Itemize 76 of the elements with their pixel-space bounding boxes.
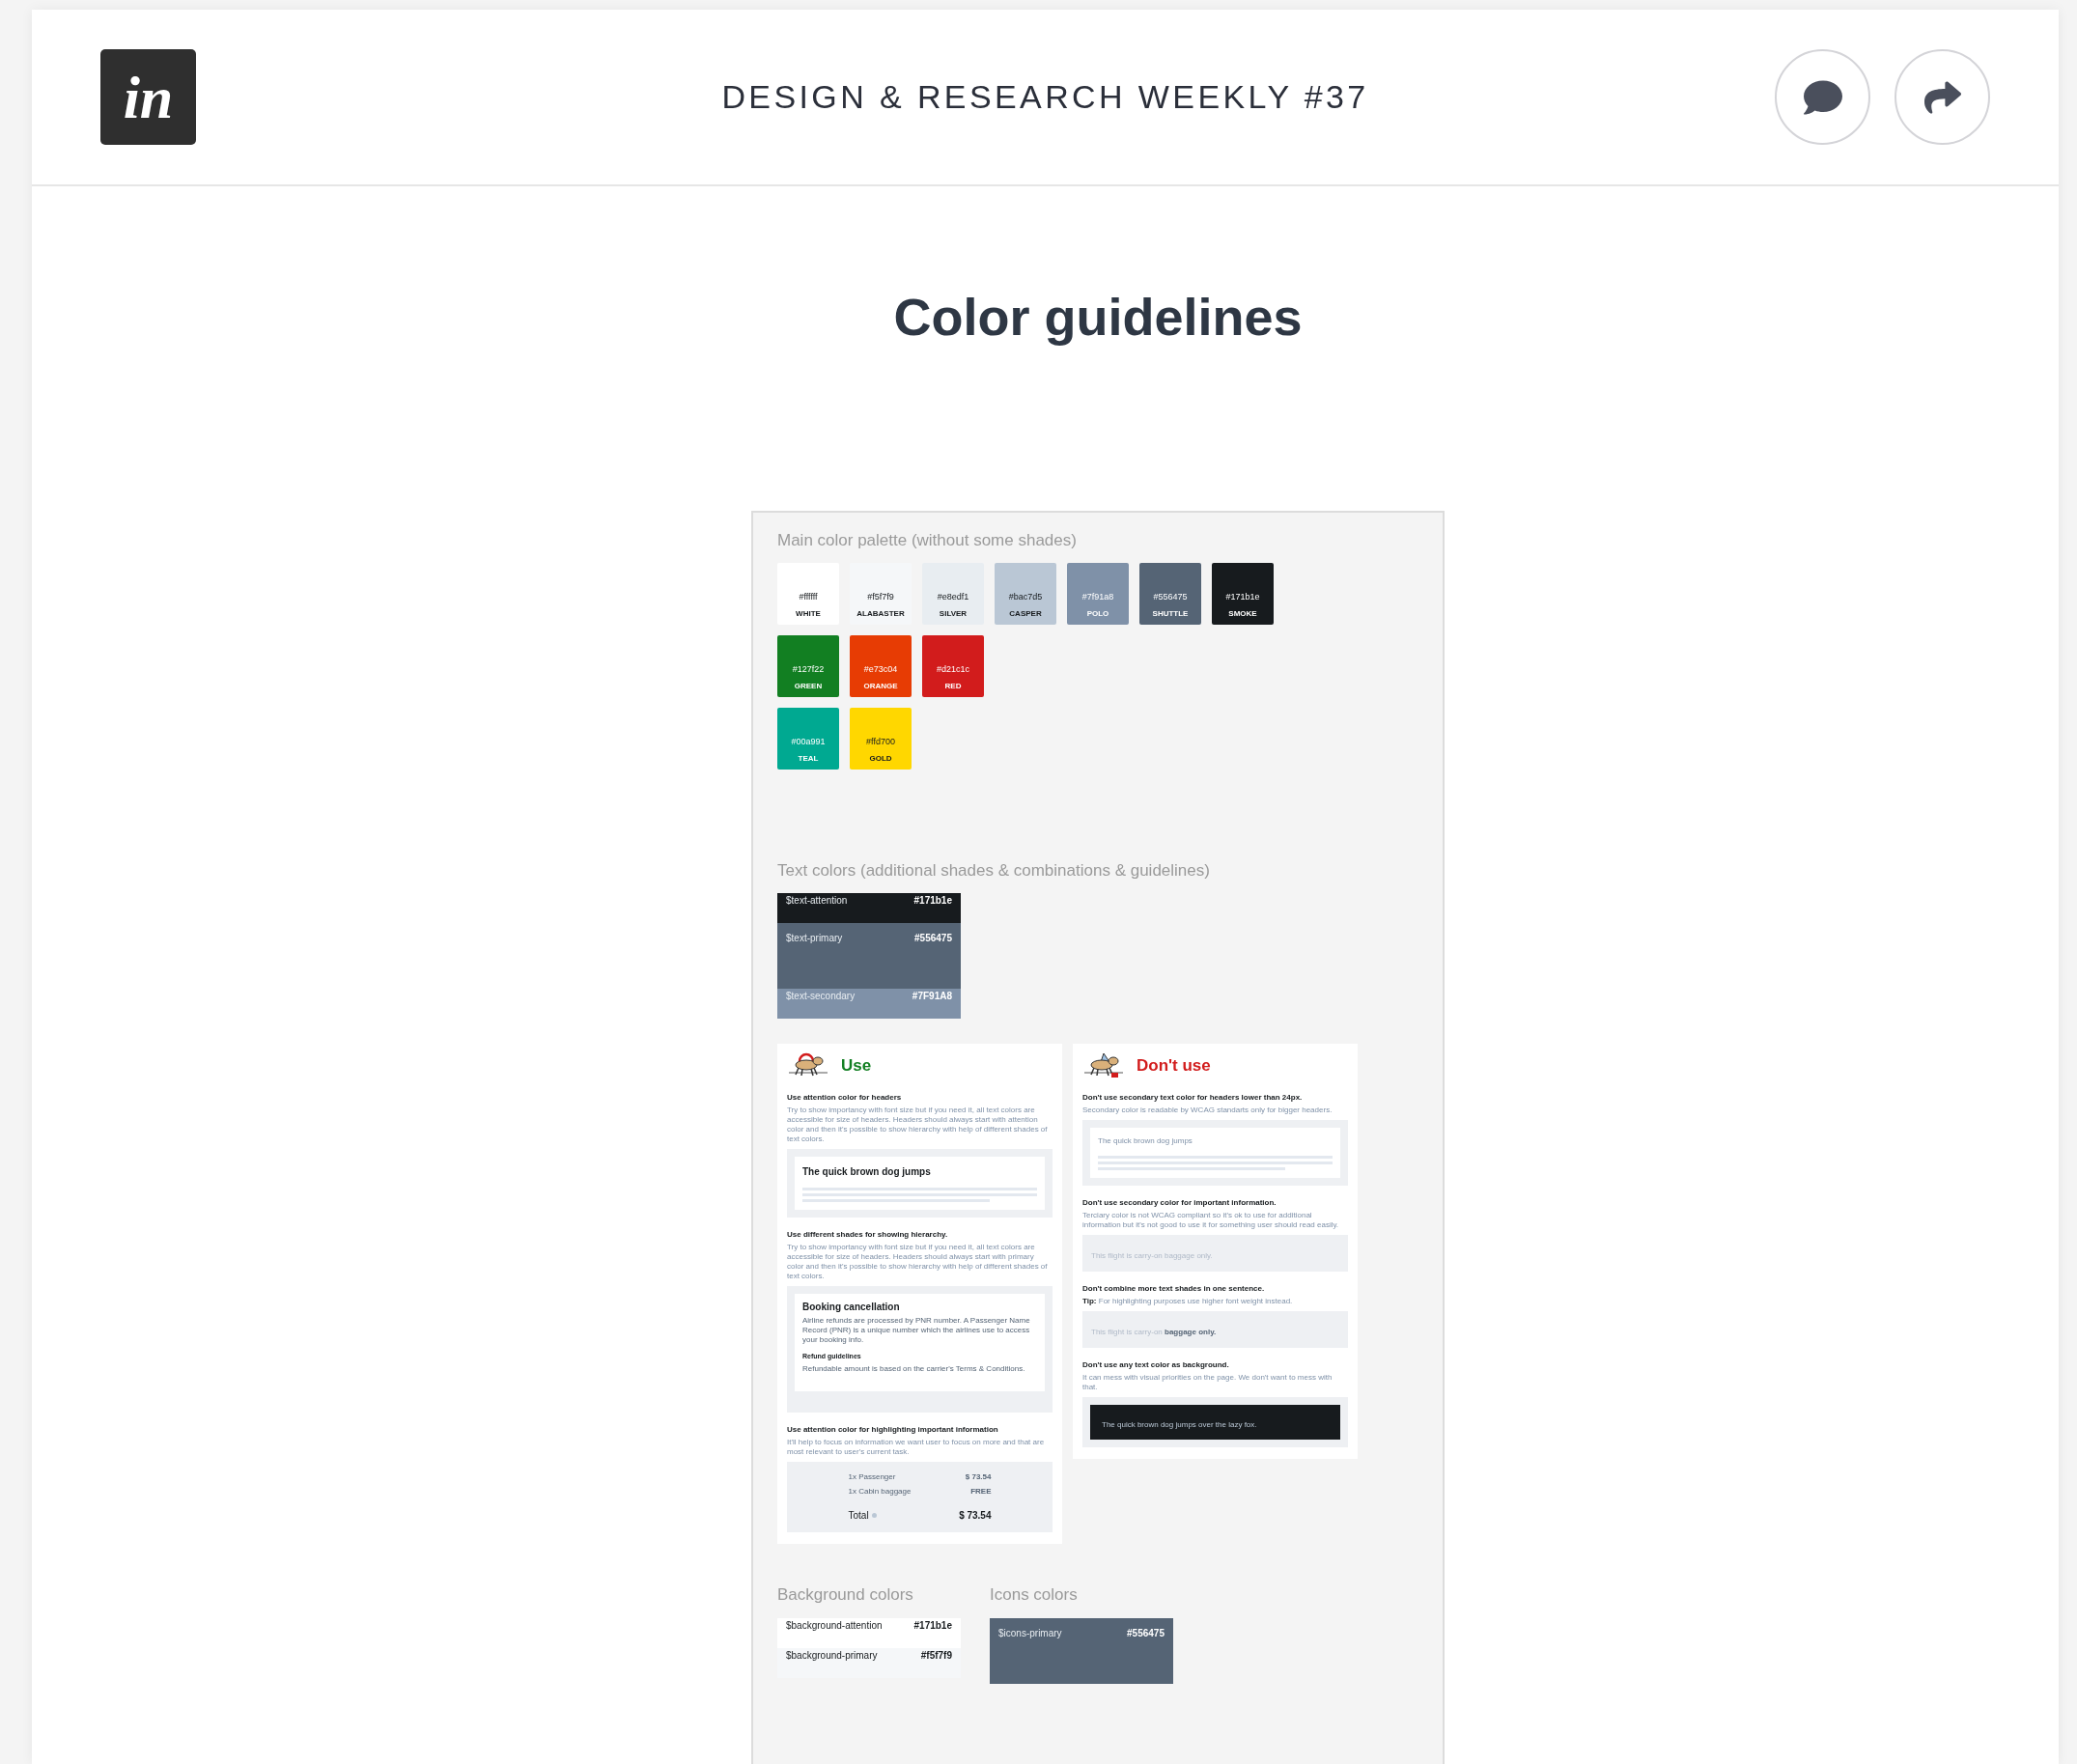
guideline-text: Secondary color is readable by WCAG standarts only for bigger headers. [1082,1106,1333,1115]
guideline-heading: Don't use secondary color for important information. [1082,1197,1277,1209]
share-icon [1923,78,1961,116]
swatch-name: TEAL [798,752,819,765]
guideline-title: Use [841,1055,872,1078]
swatch-name: SMOKE [1228,607,1257,620]
guideline-text: Try to show importancy with font size but if you need it, all text colors are accessible for size of headers. Headers should always start with attention color and then it's possible to show hierarchy with help of different shades of text colors. [787,1106,1049,1144]
total-label: Total [848,1508,869,1523]
color-variable: $icons-primary [998,1627,1062,1640]
price-label: 1x Cabin baggage [848,1485,912,1498]
guideline-heading: Don't use secondary text color for headers lower than 24px. [1082,1092,1304,1104]
color-hex: #171b1e [913,894,952,908]
color-hex: #7F91A8 [912,990,952,1003]
example-headline: The quick brown dog jumps [802,1165,932,1179]
color-hex: #556475 [914,932,952,945]
example-headline: The quick brown dog jumps [1098,1135,1193,1147]
price-value: $ 73.54 [965,1470,992,1483]
swatch-hex: #f5f7f9 [867,591,894,603]
color-hex: #171b1e [913,1619,952,1633]
swatch-hex: #171b1e [1225,591,1260,603]
swatch-hex: #00a991 [791,736,826,748]
newsletter-title: DESIGN & RESEARCH WEEKLY #37 [721,77,1369,117]
example-text: Refundable amount is based on the carrier's Terms & Conditions. [802,1363,1026,1374]
price-label: 1x Passenger [848,1470,896,1483]
color-hex: #f5f7f9 [920,1649,952,1663]
swatch-name: SHUTTLE [1152,607,1189,620]
guideline-heading: Don't combine more text shades in one sentence. [1082,1283,1266,1295]
guideline-text: It can mess with visual priorities on the page. We don't want to mess with that. [1082,1373,1333,1392]
guideline-text: It'll help to focus on information we want user to focus on more and that are most relevant to user's current task. [787,1437,1046,1457]
guideline-text: Terciary color is not WCAG compliant so it's ok to use for additional information but it's not good to use it for something user should read easily. [1082,1211,1340,1230]
swatch-name: WHITE [796,607,821,620]
swatch-hex: #127f22 [792,663,825,676]
swatch-name: RED [944,680,962,692]
guideline-heading: Use attention color for headers [787,1092,903,1104]
guideline-title: Don't use [1137,1055,1211,1078]
color-variable: $background-primary [786,1649,878,1663]
color-variable: $text-attention [786,894,848,908]
section-title: Background colors [777,1583,914,1606]
comment-button[interactable] [1775,49,1870,145]
swatch-hex: #bac7d5 [1008,591,1043,603]
guideline-text: Tip: For highlighting purposes use higher font weight instead. [1082,1297,1294,1306]
color-variable: $background-attention [786,1619,883,1633]
color-variable: $text-primary [786,932,843,945]
swatch-name: SILVER [939,607,968,620]
dog-drawing [1082,1051,1125,1080]
example-text: The quick brown dog jumps over the lazy fox. [1102,1420,1257,1429]
guideline-text: Try to show importancy with font size but if you need it, all text colors are accessible for size of headers. Headers should always start with primary color and then it's possible to show hierarchy with help of different shades of text colors. [787,1243,1049,1281]
swatch-hex: #e8edf1 [937,591,969,603]
share-button[interactable] [1895,49,1990,145]
color-hex: #556475 [1127,1627,1165,1640]
example-text: Airline refunds are processed by PNR number. A Passenger Name Record (PNR) is a unique number which the airlines use to access your booking info. [802,1316,1031,1345]
swatch-name: GREEN [794,680,823,692]
guideline-heading: Use attention color for highlighting important information [787,1423,999,1436]
swatch-hex: #e73c04 [863,663,898,676]
swatch-name: ORANGE [863,680,898,692]
example-headline: Booking cancellation [802,1301,901,1314]
swatch-name: ALABASTER [856,607,905,620]
swatch-hex: #d21c1c [937,663,969,676]
guideline-heading: Don't use any text color as background. [1082,1359,1230,1371]
price-value: FREE [970,1485,992,1498]
swatch-hex: #556475 [1153,591,1188,603]
total-value: $ 73.54 [959,1508,992,1523]
swatch-hex: #ffd700 [866,736,895,748]
section-title: Text colors (additional shades & combinations & guidelines) [777,859,1211,882]
swatch-name: POLO [1086,607,1109,620]
swatch-name: GOLD [869,752,892,765]
color-variable: $text-secondary [786,990,856,1003]
page-title: Color guidelines [892,287,1304,348]
swatch-name: CASPER [1009,607,1042,620]
guideline-heading: Use different shades for showing hierarchy. [787,1229,949,1241]
swatch-hex: #ffffff [799,591,818,603]
swatch-hex: #7f91a8 [1081,591,1114,603]
section-title: Main color palette (without some shades) [777,530,1078,551]
section-title: Icons colors [990,1583,1079,1606]
logo[interactable]: in [100,49,196,145]
info-icon [871,1512,877,1518]
